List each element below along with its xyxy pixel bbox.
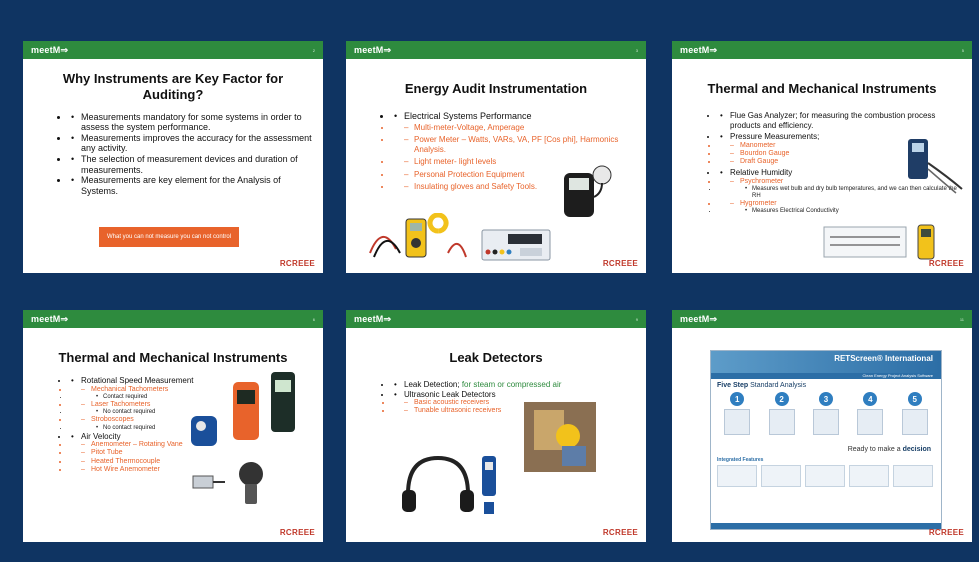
page-number: 3 — [635, 47, 638, 53]
bullet-highlight: for steam or compressed air — [459, 380, 562, 390]
step-item: 1 — [718, 392, 756, 438]
decision-text: Ready to make a — [847, 446, 903, 453]
bullet-item: Measurements improves the accuracy for t… — [69, 133, 313, 154]
tachometers-image — [191, 372, 295, 446]
step-item: 3 — [807, 392, 845, 438]
meetmed-logo: meetM⇒ — [680, 313, 718, 324]
feature-thumbnail — [893, 465, 933, 487]
feature-thumbnail — [717, 465, 757, 487]
slide-thumbnail-3[interactable]: meetM⇒ 5 Thermal and Mechanical Instrume… — [672, 41, 972, 273]
multimeter-clamp-meter-image — [369, 213, 467, 258]
meetmed-logo: meetM⇒ — [31, 313, 69, 324]
feature-thumbnail — [761, 465, 801, 487]
meetmed-logo: meetM⇒ — [680, 44, 718, 55]
slide-header-bar: meetM⇒ 2 — [23, 41, 323, 59]
standard-analysis-label: Standard Analysis — [750, 382, 807, 389]
step-number: 3 — [818, 392, 833, 406]
rcreee-logo: RCREEE — [279, 259, 315, 268]
page-number: 2 — [312, 47, 315, 53]
step-item: 2 — [763, 392, 801, 438]
power-meter-image — [481, 229, 551, 261]
slide-header-bar: meetM⇒ 5 — [672, 41, 972, 59]
rcreee-logo: RCREEE — [928, 528, 964, 537]
rcreee-logo: RCREEE — [602, 259, 638, 268]
decision-tagline: Ready to make a decision — [711, 438, 941, 453]
slide-thumbnail-2[interactable]: meetM⇒ 3 Energy Audit Instrumentation El… — [346, 41, 646, 273]
step-thumbnail — [768, 409, 795, 435]
ultrasonic-leak-detector-image — [402, 455, 496, 514]
slide-thumbnail-6[interactable]: meetM⇒ 11 RETScreen® International Clean… — [672, 310, 972, 542]
slide-title: Why Instruments are Key Factor for Audit… — [62, 71, 284, 103]
step-thumbnail — [724, 409, 751, 435]
step-item: 5 — [896, 392, 934, 438]
slide-header-bar: meetM⇒ 6 — [23, 310, 323, 328]
sub-bullet-item: Multi-meter-Voltage, Amperage — [392, 123, 636, 133]
step-thumbnail — [812, 409, 839, 435]
five-step-label: Five Step — [717, 382, 749, 389]
sub-bullet-item: Tunable ultrasonic receivers — [392, 407, 638, 416]
retscreen-diagram: RETScreen® International Clean Energy Pr… — [710, 350, 942, 530]
slide-thumbnail-5[interactable]: meetM⇒ 9 Leak Detectors Leak Detection; … — [346, 310, 646, 542]
decision-word: decision — [902, 446, 931, 453]
step-thumbnail — [857, 409, 884, 435]
bullet-item: Ultrasonic Leak Detectors — [392, 390, 638, 400]
slide-title: Thermal and Mechanical Instruments — [707, 81, 937, 96]
meetmed-logo: meetM⇒ — [31, 44, 69, 55]
leak-detection-photo — [524, 402, 596, 472]
slide-title: Thermal and Mechanical Instruments — [58, 350, 288, 365]
callout-box: What you can not measure you can not con… — [99, 227, 240, 247]
slide-title: Energy Audit Instrumentation — [404, 81, 588, 96]
slide-title: Leak Detectors — [449, 350, 543, 365]
rcreee-logo: RCREEE — [279, 528, 315, 537]
psychrometer-hygrometer-image — [823, 224, 935, 260]
bullet-list: Measurements mandatory for some systems … — [29, 112, 313, 197]
bullet-item: Flue Gas Analyzer; for measuring the com… — [718, 111, 964, 130]
feature-thumbnail — [805, 465, 845, 487]
bullet-item: Leak Detection; for steam or compressed … — [392, 380, 638, 390]
sub-bullet-item: Power Meter – Watts, VARs, VA, PF [Cos p… — [392, 135, 636, 154]
integrated-features-label: Integrated Features — [717, 457, 764, 463]
page-number: 9 — [635, 316, 638, 322]
meetmed-logo: meetM⇒ — [354, 313, 392, 324]
slide-thumbnail-1[interactable]: meetM⇒ 2 Why Instruments are Key Factor … — [23, 41, 323, 273]
integrated-features-row — [711, 463, 941, 489]
bullet-text: Leak Detection; — [404, 380, 460, 390]
sub-sub-bullet-item: Measures Electrical Conductivity — [718, 208, 964, 215]
light-meter-image — [564, 165, 612, 217]
bullet-item: Measurements are key element for the Ana… — [69, 175, 313, 196]
feature-thumbnail — [849, 465, 889, 487]
page-number: 5 — [961, 47, 964, 53]
rcreee-logo: RCREEE — [928, 259, 964, 268]
step-thumbnail — [901, 409, 928, 435]
slide-header-bar: meetM⇒ 3 — [346, 41, 646, 59]
steps-row: 1 2 3 4 5 — [711, 392, 941, 438]
step-number: 5 — [907, 392, 922, 406]
sub-bullet-item: Basic acoustic receivers — [392, 399, 638, 408]
anemometer-image — [192, 462, 263, 504]
bullet-item: The selection of measurement devices and… — [69, 154, 313, 175]
retscreen-footer-bar — [711, 523, 941, 529]
slide-header-bar: meetM⇒ 9 — [346, 310, 646, 328]
bullet-item: Measurements mandatory for some systems … — [69, 112, 313, 133]
five-step-heading: Five Step Standard Analysis — [711, 379, 941, 392]
meetmed-logo: meetM⇒ — [354, 44, 392, 55]
step-number: 2 — [774, 392, 789, 406]
rcreee-logo: RCREEE — [602, 528, 638, 537]
page-number: 11 — [959, 316, 964, 322]
flue-gas-analyzer-image — [908, 139, 963, 194]
bullet-item: Electrical Systems Performance — [392, 111, 636, 122]
page-number: 6 — [312, 316, 315, 322]
step-number: 4 — [863, 392, 878, 406]
slide-header-bar: meetM⇒ 11 — [672, 310, 972, 328]
sub-bullet-item: Hygrometer — [718, 200, 964, 209]
slide-thumbnail-4[interactable]: meetM⇒ 6 Thermal and Mechanical Instrume… — [23, 310, 323, 542]
step-item: 4 — [851, 392, 889, 438]
retscreen-title: RETScreen® International — [711, 351, 941, 373]
step-number: 1 — [730, 392, 745, 406]
